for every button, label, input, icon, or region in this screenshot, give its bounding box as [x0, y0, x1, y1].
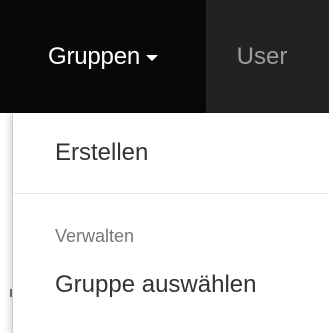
menu-item-erstellen[interactable]: Erstellen: [55, 139, 148, 167]
nav-gruppen-label: Gruppen: [48, 42, 140, 70]
nav-user-label: User: [236, 42, 288, 70]
nav-dropdown-gruppen[interactable]: Gruppen: [0, 0, 206, 113]
top-navbar: Gruppen User: [0, 0, 329, 113]
menu-header-verwalten: Verwalten: [55, 226, 135, 246]
nav-user-link[interactable]: User: [206, 0, 318, 113]
menu-divider: [13, 193, 329, 194]
page-edge-mark: [10, 289, 12, 297]
gruppen-dropdown-menu: Erstellen Verwalten Gruppe auswählen: [12, 113, 329, 333]
menu-item-gruppe-auswaehlen[interactable]: Gruppe auswählen: [55, 271, 256, 299]
caret-down-icon: [146, 55, 158, 61]
